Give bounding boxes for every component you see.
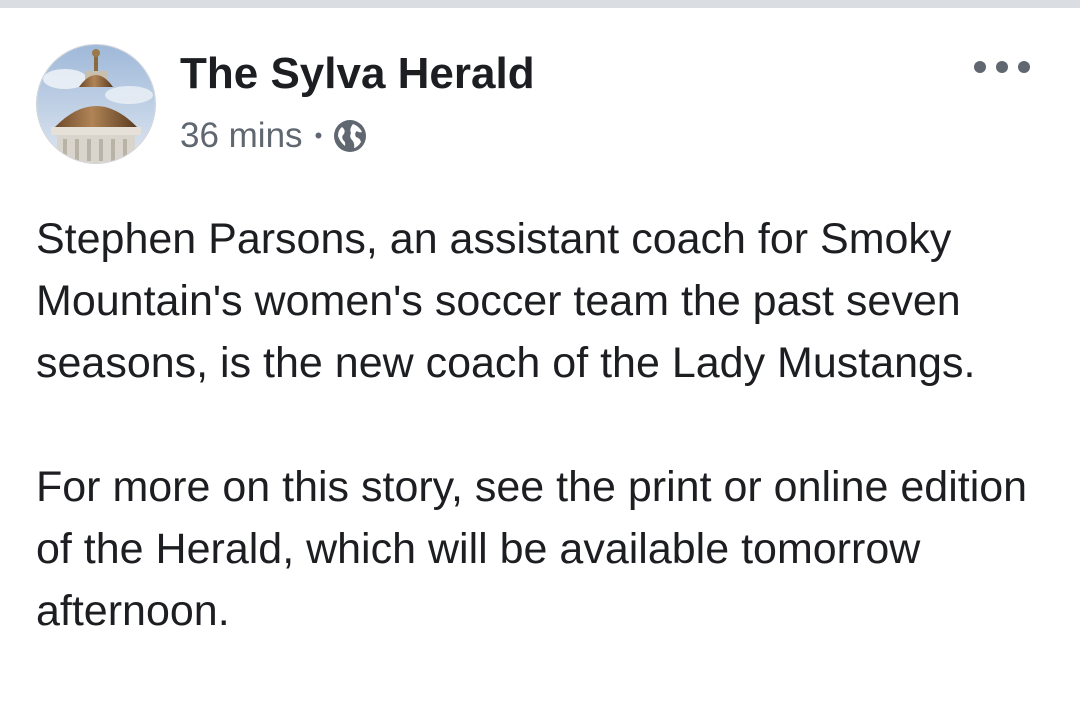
post-text: Stephen Parsons, an assistant coach for …	[36, 208, 1036, 642]
top-divider	[0, 0, 1080, 8]
post-header: The Sylva Herald 36 mins •	[36, 44, 1046, 166]
post-paragraph: Stephen Parsons, an assistant coach for …	[36, 215, 976, 387]
post-paragraph: For more on this story, see the print or…	[36, 463, 1028, 635]
more-options-icon[interactable]	[974, 56, 1030, 78]
courthouse-dome-icon	[37, 45, 155, 163]
more-dot	[996, 61, 1008, 73]
meta-separator: •	[314, 123, 323, 148]
post-timestamp[interactable]: 36 mins	[180, 116, 303, 156]
page-avatar[interactable]	[36, 44, 156, 164]
post-meta: 36 mins •	[180, 114, 368, 158]
more-dot	[974, 61, 986, 73]
page-name-link[interactable]: The Sylva Herald	[180, 48, 535, 100]
more-dot	[1018, 61, 1030, 73]
globe-icon[interactable]	[332, 118, 368, 154]
